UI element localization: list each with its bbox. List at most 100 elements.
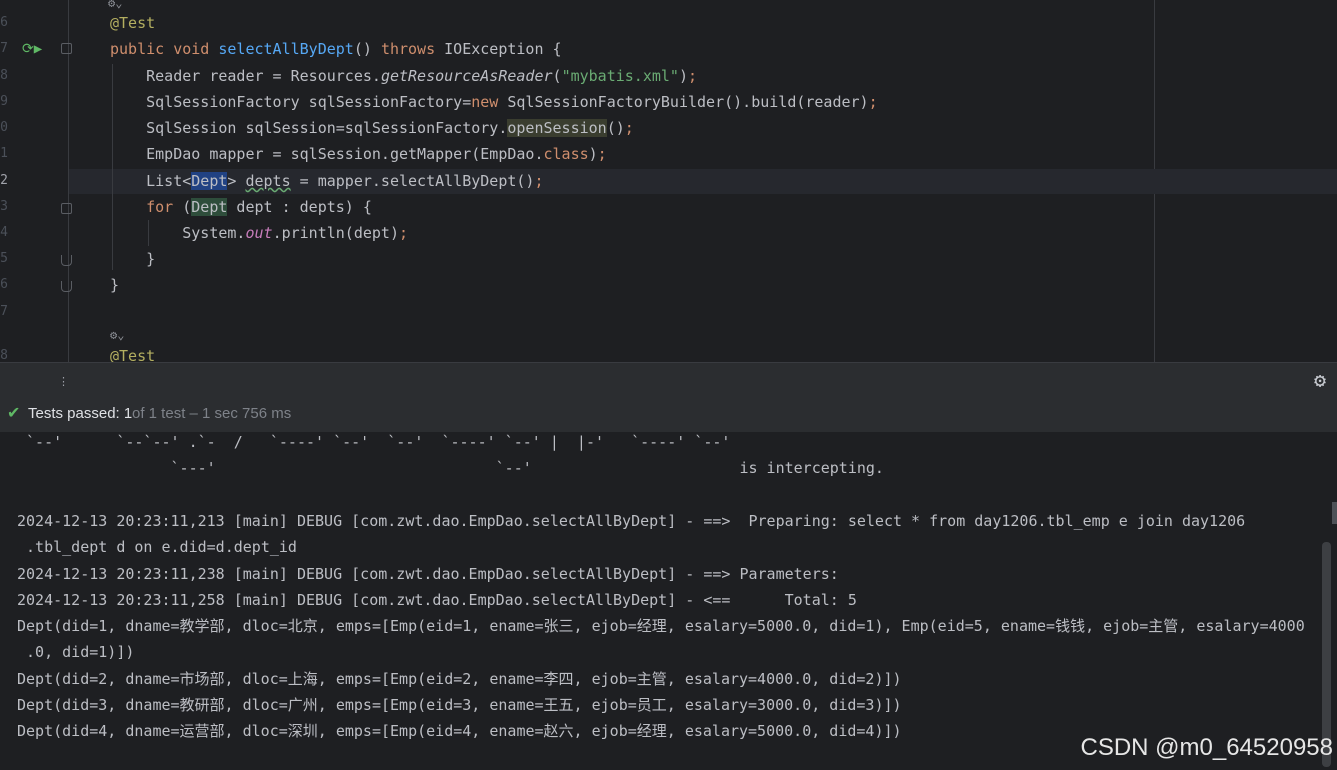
code-token: (: [182, 198, 192, 216]
code-editor[interactable]: ⚙︎⌄ ⟳▶ 6 @Test 7 public void selectAllByDep…: [0, 0, 1337, 362]
line-number: 8: [0, 348, 8, 362]
code-token: dept : depts) {: [227, 198, 372, 216]
code-text: EmpDao mapper = sqlSession.getMapper(Emp…: [110, 141, 607, 167]
console-line: 2024-12-13 20:23:11,238 [main] DEBUG [co…: [17, 564, 848, 583]
code-token: = mapper.selectAllByDept(): [290, 172, 535, 190]
code-line[interactable]: 2 List<Dept> depts = mapper.selectAllByD…: [0, 168, 1337, 194]
code-token: out: [245, 224, 273, 242]
line-number: 9: [0, 94, 8, 109]
line-number: 2: [0, 173, 8, 188]
code-token: depts: [245, 172, 291, 190]
code-token: >: [227, 172, 246, 190]
drag-handle-icon[interactable]: ⋮: [58, 375, 69, 388]
code-token: SqlSessionFactory sqlSessionFactory=: [110, 93, 472, 111]
code-text: @Test: [110, 343, 155, 362]
code-text: }: [110, 272, 119, 298]
code-line[interactable]: 4 System.out.println(dept);: [0, 220, 1337, 246]
test-config-icon: ⚙︎⌄: [110, 328, 125, 342]
code-token: ): [678, 67, 688, 85]
code-line[interactable]: 9 SqlSessionFactory sqlSessionFactory=ne…: [0, 89, 1337, 115]
fold-marker-icon[interactable]: [61, 255, 72, 266]
code-token: IOException {: [444, 40, 562, 58]
code-line[interactable]: 5 }: [0, 246, 1337, 272]
console-output[interactable]: `--' `--`--' .`- / `----' `--' `--' `---…: [0, 432, 1337, 770]
console-line: .0, did=1)]): [17, 643, 135, 662]
console-line: 2024-12-13 20:23:11,213 [main] DEBUG [co…: [17, 511, 1246, 530]
line-number: 1: [0, 146, 8, 161]
code-token: List<: [110, 172, 192, 190]
code-token: SqlSession sqlSession=sqlSessionFactory.: [110, 119, 508, 137]
code-text: @Test: [110, 10, 155, 36]
code-token: }: [110, 250, 156, 268]
test-status-bar: ✔ Tests passed: 1 of 1 test – 1 sec 756 …: [0, 400, 1337, 432]
settings-gear-icon[interactable]: ⚙: [1314, 369, 1326, 391]
code-token: ;: [688, 67, 698, 85]
code-token: "mybatis.xml": [561, 67, 679, 85]
watermark: CSDN @m0_64520958: [1080, 734, 1333, 761]
line-number: 6: [0, 277, 8, 292]
run-tool-window: ⋮ ⚙ ✔ Tests passed: 1 of 1 test – 1 sec …: [0, 362, 1337, 770]
console-line: Dept(did=4, dname=运营部, dloc=深圳, emps=[Em…: [17, 722, 902, 741]
fold-marker-icon[interactable]: [61, 281, 72, 292]
code-token: (): [353, 40, 381, 58]
code-line[interactable]: 8 Reader reader = Resources.getResourceA…: [0, 63, 1337, 89]
run-panel-toolbar: ⋮ ⚙: [0, 362, 1337, 401]
console-line: `--' `--`--' .`- / `----' `--' `--' `---…: [17, 433, 731, 451]
code-token: void: [173, 40, 219, 58]
code-token: public: [110, 40, 174, 58]
line-number: 0: [0, 120, 8, 135]
console-line: Dept(did=2, dname=市场部, dloc=上海, emps=[Em…: [17, 669, 902, 688]
code-text: Reader reader = Resources.getResourceAsR…: [110, 63, 697, 89]
code-text: SqlSessionFactory sqlSessionFactory=new …: [110, 89, 878, 115]
code-token: ;: [597, 145, 607, 163]
code-line[interactable]: 6}: [0, 272, 1337, 298]
code-token: Dept: [191, 172, 228, 190]
fold-marker-icon[interactable]: [61, 43, 72, 54]
code-line[interactable]: 8 @Test: [0, 343, 1337, 362]
code-text: SqlSession sqlSession=sqlSessionFactory.…: [110, 115, 634, 141]
code-text: public void selectAllByDept() throws IOE…: [110, 36, 562, 62]
code-line[interactable]: 3 for (Dept dept : depts) {: [0, 194, 1337, 220]
code-line[interactable]: 6 @Test: [0, 10, 1337, 36]
line-number: 5: [0, 251, 8, 266]
code-text: System.out.println(dept);: [110, 220, 408, 246]
code-token: EmpDao mapper = sqlSession.getMapper(Emp…: [110, 145, 544, 163]
line-number: 6: [0, 15, 8, 30]
check-icon: ✔: [7, 405, 21, 422]
code-token: Dept: [191, 198, 228, 216]
code-token: openSession: [507, 119, 607, 137]
code-text: List<Dept> depts = mapper.selectAllByDep…: [110, 168, 544, 194]
tests-passed-detail: of 1 test – 1 sec 756 ms: [132, 405, 292, 422]
code-line[interactable]: 1 EmpDao mapper = sqlSession.getMapper(E…: [0, 141, 1337, 167]
code-token: @Test: [110, 14, 156, 32]
code-token: ;: [399, 224, 409, 242]
code-line[interactable]: 0 SqlSession sqlSession=sqlSessionFactor…: [0, 115, 1337, 141]
console-line: Dept(did=1, dname=教学部, dloc=北京, emps=[Em…: [17, 617, 1305, 636]
code-text: for (Dept dept : depts) {: [110, 194, 372, 220]
code-token: getResourceAsReader: [380, 67, 553, 85]
console-line: `---' `--' is intercepting.: [17, 459, 884, 478]
code-token: .println(dept): [272, 224, 399, 242]
console-line: 2024-12-13 20:23:11,258 [main] DEBUG [co…: [17, 590, 857, 609]
line-number: 3: [0, 199, 8, 214]
code-token: ;: [534, 172, 544, 190]
code-token: (): [606, 119, 625, 137]
code-text: }: [110, 246, 155, 272]
code-token: }: [110, 276, 120, 294]
code-token: throws: [380, 40, 445, 58]
code-token: ): [588, 145, 598, 163]
code-token: System.: [110, 224, 246, 242]
code-token: for: [146, 198, 183, 216]
code-token: class: [543, 145, 589, 163]
console-line: .tbl_dept d on e.did=d.dept_id: [17, 538, 297, 557]
code-line[interactable]: 7 public void selectAllByDept() throws IO…: [0, 36, 1337, 62]
scrollbar-marker: [1332, 502, 1337, 524]
fold-marker-icon[interactable]: [61, 203, 72, 214]
code-token: SqlSessionFactoryBuilder().build(reader): [507, 93, 869, 111]
test-config-icon[interactable]: ⚙︎⌄: [108, 0, 122, 10]
line-number: 8: [0, 68, 8, 83]
code-token: @Test: [110, 347, 156, 362]
code-token: (: [552, 67, 562, 85]
console-line: Dept(did=3, dname=教研部, dloc=广州, emps=[Em…: [17, 696, 902, 714]
